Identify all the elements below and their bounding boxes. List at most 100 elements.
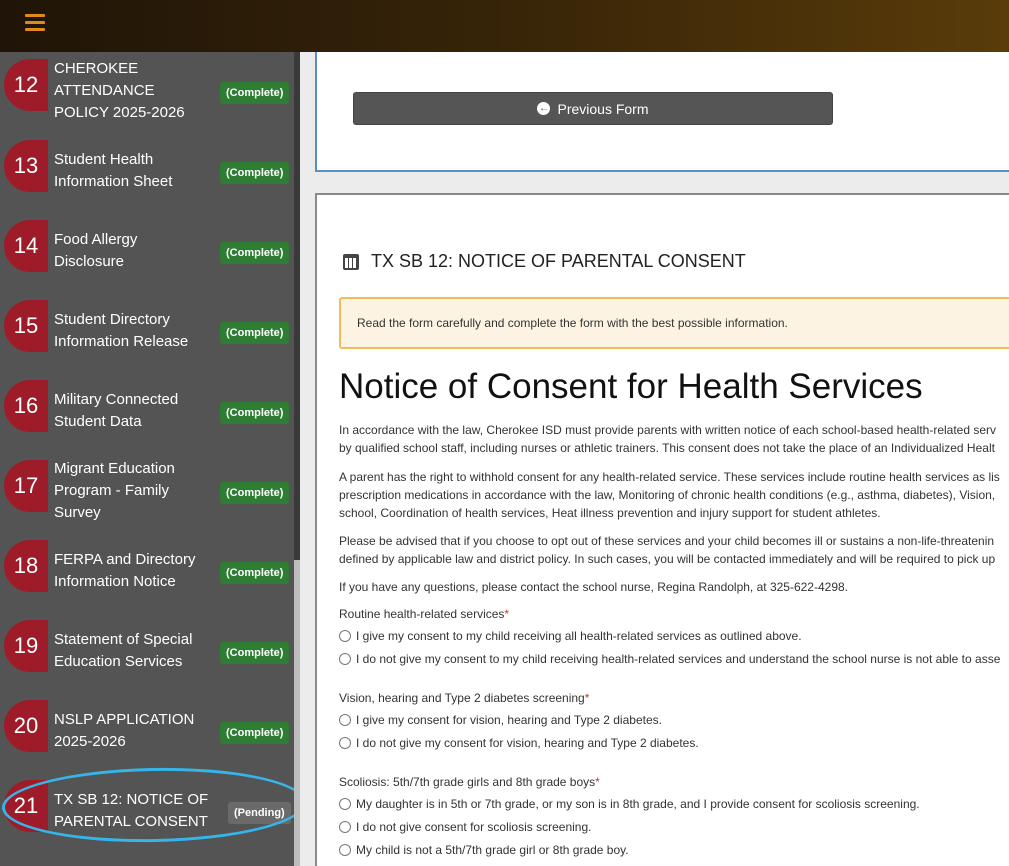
label-line: Disclosure [54, 253, 125, 270]
previous-form-label: Previous Form [557, 100, 649, 117]
label-line: Food Allergy [54, 231, 138, 248]
sidebar-item-17[interactable]: 17 Migrant Education Program - Family Su… [0, 460, 294, 540]
label-line: 2025-2026 [54, 733, 126, 750]
status-badge: (Complete) [220, 242, 290, 264]
item-label: Migrant Education Program - Family Surve… [54, 458, 214, 524]
paragraph-line: prescription medications in accordance w… [339, 488, 996, 502]
option-label: My daughter is in 5th or 7th grade, or m… [356, 797, 920, 811]
scrollbar-thumb[interactable] [294, 560, 300, 866]
sidebar-item-13[interactable]: 13 Student Health Information Sheet (Com… [0, 140, 294, 220]
paragraph-line: school, Coordination of health services,… [339, 506, 881, 520]
label-line: Migrant Education [54, 460, 175, 477]
sidebar-item-12[interactable]: 12 CHEROKEE ATTENDANCE POLICY 2025-2026 … [0, 52, 294, 132]
radio-button[interactable] [339, 714, 351, 726]
question-text: Routine health-related services [339, 607, 505, 621]
option-label: I give my consent for vision, hearing an… [356, 713, 662, 727]
sidebar: 12 CHEROKEE ATTENDANCE POLICY 2025-2026 … [0, 52, 300, 866]
label-line: CHEROKEE [54, 60, 139, 77]
status-badge: (Complete) [220, 642, 290, 664]
radio-option[interactable]: I give my consent for vision, hearing an… [339, 713, 662, 727]
status-badge: (Complete) [220, 162, 290, 184]
item-label: FERPA and Directory Information Notice [54, 549, 214, 593]
top-bar [0, 0, 1009, 52]
form-header-title: TX SB 12: NOTICE OF PARENTAL CONSENT [371, 251, 746, 271]
radio-button[interactable] [339, 630, 351, 642]
radio-option[interactable]: I do not give consent for scoliosis scre… [339, 820, 591, 834]
item-label: TX SB 12: NOTICE OF PARENTAL CONSENT [54, 789, 214, 833]
question-text: Scoliosis: 5th/7th grade girls and 8th g… [339, 775, 596, 789]
item-label: Food Allergy Disclosure [54, 229, 214, 273]
paragraph: A parent has the right to withhold conse… [339, 468, 1009, 522]
sidebar-item-14[interactable]: 14 Food Allergy Disclosure (Complete) [0, 220, 294, 300]
question-label: Routine health-related services* [339, 607, 509, 621]
sidebar-item-18[interactable]: 18 FERPA and Directory Information Notic… [0, 540, 294, 620]
item-number: 17 [4, 460, 48, 512]
option-label: I give my consent to my child receiving … [356, 629, 802, 643]
notice-box: Read the form carefully and complete the… [339, 297, 1009, 349]
item-number: 19 [4, 620, 48, 672]
sidebar-item-19[interactable]: 19 Statement of Special Education Servic… [0, 620, 294, 700]
label-line: POLICY 2025-2026 [54, 104, 185, 121]
label-line: Survey [54, 504, 101, 521]
paragraph: Please be advised that if you choose to … [339, 532, 1009, 568]
previous-form-button[interactable]: ← Previous Form [353, 92, 833, 125]
radio-option[interactable]: I do not give my consent for vision, hea… [339, 736, 699, 750]
label-line: Program - Family [54, 482, 170, 499]
required-mark: * [504, 607, 510, 621]
form-header: TX SB 12: NOTICE OF PARENTAL CONSENT [343, 251, 746, 272]
question-label: Scoliosis: 5th/7th grade girls and 8th g… [339, 775, 600, 789]
radio-button[interactable] [339, 798, 351, 810]
status-badge: (Complete) [220, 722, 290, 744]
status-badge: (Pending) [228, 802, 291, 824]
item-label: Statement of Special Education Services [54, 629, 214, 673]
item-number: 21 [4, 780, 48, 832]
label-line: ATTENDANCE [54, 82, 155, 99]
status-badge: (Complete) [220, 482, 290, 504]
paragraph-line: If you have any questions, please contac… [339, 580, 849, 594]
item-number: 14 [4, 220, 48, 272]
sidebar-item-21[interactable]: 21 TX SB 12: NOTICE OF PARENTAL CONSENT … [0, 780, 294, 860]
calendar-icon [343, 253, 359, 270]
label-line: FERPA and Directory [54, 551, 196, 568]
status-badge: (Complete) [220, 322, 290, 344]
paragraph-line: Please be advised that if you choose to … [339, 534, 995, 548]
option-label: I do not give my consent for vision, hea… [356, 736, 699, 750]
radio-option[interactable]: My daughter is in 5th or 7th grade, or m… [339, 797, 920, 811]
form-panel: TX SB 12: NOTICE OF PARENTAL CONSENT Rea… [315, 193, 1009, 866]
sidebar-item-20[interactable]: 20 NSLP APPLICATION 2025-2026 (Complete) [0, 700, 294, 780]
radio-button[interactable] [339, 653, 351, 665]
radio-option[interactable]: I do not give my consent to my child rec… [339, 652, 1000, 666]
radio-button[interactable] [339, 844, 351, 856]
radio-button[interactable] [339, 737, 351, 749]
label-line: Education Services [54, 653, 183, 670]
item-number: 15 [4, 300, 48, 352]
label-line: Military Connected [54, 391, 179, 408]
radio-option[interactable]: I give my consent to my child receiving … [339, 629, 802, 643]
paragraph: In accordance with the law, Cherokee ISD… [339, 421, 1009, 457]
item-number: 16 [4, 380, 48, 432]
sidebar-scrollbar[interactable] [294, 52, 300, 866]
item-label: Military Connected Student Data [54, 389, 214, 433]
item-number: 12 [4, 59, 48, 111]
sidebar-item-16[interactable]: 16 Military Connected Student Data (Comp… [0, 380, 294, 460]
label-line: Statement of Special [54, 631, 193, 648]
radio-button[interactable] [339, 821, 351, 833]
paragraph-line: defined by applicable law and district p… [339, 552, 996, 566]
item-label: Student Health Information Sheet [54, 149, 214, 193]
notice-text: Read the form carefully and complete the… [357, 316, 788, 330]
item-number: 20 [4, 700, 48, 752]
item-label: CHEROKEE ATTENDANCE POLICY 2025-2026 [54, 58, 214, 124]
question-label: Vision, hearing and Type 2 diabetes scre… [339, 691, 589, 705]
question-text: Vision, hearing and Type 2 diabetes scre… [339, 691, 585, 705]
label-line: Information Sheet [54, 173, 173, 190]
label-line: Student Directory [54, 311, 170, 328]
label-line: Student Data [54, 413, 142, 430]
menu-icon[interactable] [25, 14, 45, 32]
label-line: TX SB 12: NOTICE OF [54, 791, 209, 808]
label-line: NSLP APPLICATION [54, 711, 195, 728]
label-line: Student Health [54, 151, 154, 168]
arrow-left-icon: ← [537, 102, 551, 115]
radio-option[interactable]: My child is not a 5th/7th grade girl or … [339, 843, 629, 857]
navigation-panel: ← Previous Form [315, 52, 1009, 172]
sidebar-item-15[interactable]: 15 Student Directory Information Release… [0, 300, 294, 380]
